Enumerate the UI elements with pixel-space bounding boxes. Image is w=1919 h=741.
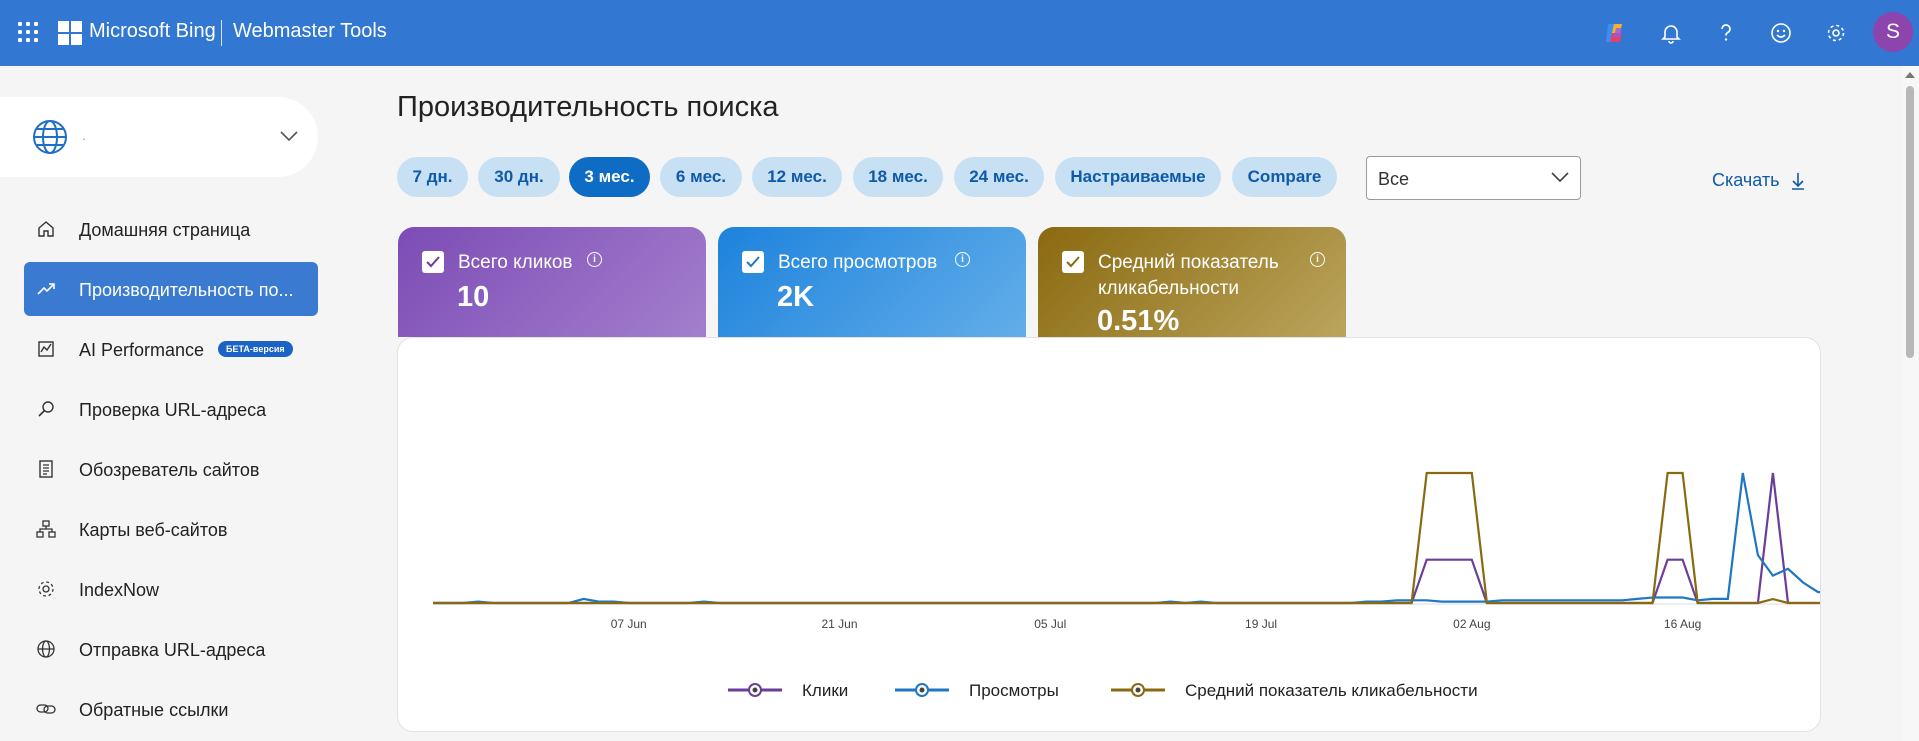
- feedback-smiley-icon[interactable]: [1765, 17, 1797, 49]
- product-name[interactable]: Webmaster Tools: [233, 20, 387, 43]
- range-6-months[interactable]: 6 мес.: [660, 157, 742, 197]
- legend-item-1[interactable]: Просмотры: [895, 681, 1059, 700]
- download-button[interactable]: Скачать: [1712, 170, 1806, 191]
- legend-label: Средний показатель кликабельности: [1185, 681, 1478, 700]
- range-18-months[interactable]: 18 мес.: [853, 157, 943, 197]
- page-scrollbar[interactable]: [1902, 66, 1919, 741]
- info-icon[interactable]: i: [955, 252, 970, 267]
- sitemap-icon: [36, 520, 56, 538]
- gear-icon: [38, 581, 54, 597]
- range-24-months[interactable]: 24 мес.: [954, 157, 1044, 197]
- sidebar-item-url-inspection[interactable]: Проверка URL-адреса: [24, 382, 318, 436]
- app-launcher-icon[interactable]: [16, 20, 40, 44]
- sidebar-item-label: Обратные ссылки: [79, 700, 229, 720]
- range-30-days[interactable]: 30 дн.: [478, 157, 560, 197]
- range-3-months[interactable]: 3 мес.: [569, 157, 650, 197]
- metric-label: Средний показатель кликабельности: [1098, 252, 1279, 299]
- sidebar-item-label: Карты веб-сайтов: [79, 520, 228, 540]
- sidebar-item-ai-performance[interactable]: AI Performance БЕТА-версия: [24, 322, 318, 376]
- info-icon[interactable]: i: [587, 252, 602, 267]
- site-name: .: [82, 127, 86, 143]
- range-custom[interactable]: Настраиваемые: [1055, 157, 1221, 197]
- metric-label: Всего кликов: [458, 252, 573, 273]
- sidebar-item-url-submission[interactable]: Отправка URL-адреса: [24, 622, 318, 676]
- top-bar: Microsoft Bing Webmaster Tools S: [0, 0, 1919, 66]
- settings-gear-icon[interactable]: [1820, 17, 1852, 49]
- download-label: Скачать: [1712, 170, 1780, 190]
- link-icon: [36, 704, 56, 714]
- x-tick-label: 21 Jun: [821, 617, 857, 631]
- brand-divider: [221, 20, 222, 46]
- checkbox-clicks[interactable]: [422, 251, 444, 273]
- download-icon: [1791, 172, 1804, 190]
- metric-value: 0.51%: [1097, 305, 1180, 337]
- legend-item-2[interactable]: Средний показатель кликабельности: [1111, 681, 1478, 700]
- notification-bell-icon[interactable]: [1655, 17, 1687, 49]
- chart-svg: 07 Jun 21 Jun 05 Jul 19 Jul 02 Aug 16 Aug Клик…: [433, 471, 1820, 700]
- filter-value: Все: [1378, 169, 1410, 189]
- user-avatar[interactable]: S: [1873, 12, 1913, 52]
- legend-label: Клики: [802, 681, 848, 700]
- checkbox-impressions[interactable]: [742, 251, 764, 273]
- checkmark-icon: [426, 256, 440, 268]
- sidebar-item-label: IndexNow: [79, 580, 160, 600]
- legend-item-0[interactable]: Клики: [728, 681, 848, 700]
- metric-card-impressions[interactable]: Всего просмотров i 2K: [718, 227, 1026, 337]
- sidebar-item-label: Отправка URL-адреса: [79, 640, 266, 660]
- legend-label: Просмотры: [969, 681, 1059, 700]
- chevron-down-icon: [1551, 172, 1569, 182]
- sidebar-item-label: Проверка URL-адреса: [79, 400, 267, 420]
- checkmark-icon: [1066, 256, 1080, 268]
- site-selector[interactable]: .: [0, 97, 318, 177]
- metric-card-clicks[interactable]: Всего кликов i 10: [398, 227, 706, 337]
- sidebar-item-label: Обозреватель сайтов: [79, 460, 260, 480]
- scrollbar-thumb[interactable]: [1906, 86, 1914, 358]
- copilot-icon[interactable]: [1599, 17, 1631, 49]
- globe-icon: [37, 640, 55, 658]
- x-tick-label: 05 Jul: [1034, 617, 1066, 631]
- range-compare[interactable]: Compare: [1232, 157, 1337, 197]
- range-7-days[interactable]: 7 дн.: [397, 157, 468, 197]
- ai-chart-icon: [38, 341, 54, 357]
- beta-badge: БЕТА-версия: [218, 341, 293, 357]
- metric-value: 10: [457, 281, 490, 313]
- checkbox-ctr[interactable]: [1062, 251, 1084, 273]
- x-tick-label: 19 Jul: [1245, 617, 1277, 631]
- site-explorer-icon: [39, 460, 53, 478]
- chevron-down-icon[interactable]: [280, 131, 298, 141]
- sidebar-item-backlinks[interactable]: Обратные ссылки: [24, 682, 318, 736]
- sidebar-item-sitemaps[interactable]: Карты веб-сайтов: [24, 502, 318, 556]
- search-icon: [38, 401, 54, 417]
- series-line-1: [433, 472, 1820, 605]
- sidebar-item-indexnow[interactable]: IndexNow: [24, 562, 318, 616]
- checkmark-icon: [746, 256, 760, 268]
- series-line-2: [433, 471, 1820, 605]
- range-12-months[interactable]: 12 мес.: [752, 157, 842, 197]
- metric-label: Всего просмотров: [778, 252, 938, 273]
- x-tick-label: 16 Aug: [1664, 617, 1701, 631]
- page-title: Производительность поиска: [397, 91, 779, 123]
- series-line-0: [433, 472, 1820, 605]
- help-icon[interactable]: [1710, 17, 1742, 49]
- microsoft-logo-icon: [58, 21, 82, 45]
- sidebar-item-label: AI Performance: [79, 340, 205, 360]
- info-icon[interactable]: i: [1310, 252, 1325, 267]
- performance-chart: 07 Jun 21 Jun 05 Jul 19 Jul 02 Aug 16 Aug Клик…: [397, 337, 1821, 732]
- sidebar-item-search-performance[interactable]: Производительность по...: [24, 262, 318, 316]
- metric-value: 2K: [777, 281, 815, 313]
- x-tick-label: 07 Jun: [611, 617, 647, 631]
- sidebar-item-site-explorer[interactable]: Обозреватель сайтов: [24, 442, 318, 496]
- sidebar-item-label: Домашняя страница: [79, 220, 251, 240]
- brand-name[interactable]: Microsoft Bing: [89, 20, 216, 43]
- sidebar-item-label: Производительность по...: [79, 280, 294, 300]
- globe-icon: [33, 120, 67, 154]
- home-icon: [38, 221, 54, 237]
- trend-icon: [37, 283, 55, 295]
- metric-card-ctr[interactable]: Средний показатель кликабельности i 0.51…: [1038, 227, 1346, 337]
- filter-dropdown[interactable]: Все: [1366, 156, 1581, 200]
- x-tick-label: 02 Aug: [1453, 617, 1490, 631]
- scroll-up-arrow-icon[interactable]: [1905, 72, 1915, 78]
- sidebar-item-home[interactable]: Домашняя страница: [24, 202, 318, 256]
